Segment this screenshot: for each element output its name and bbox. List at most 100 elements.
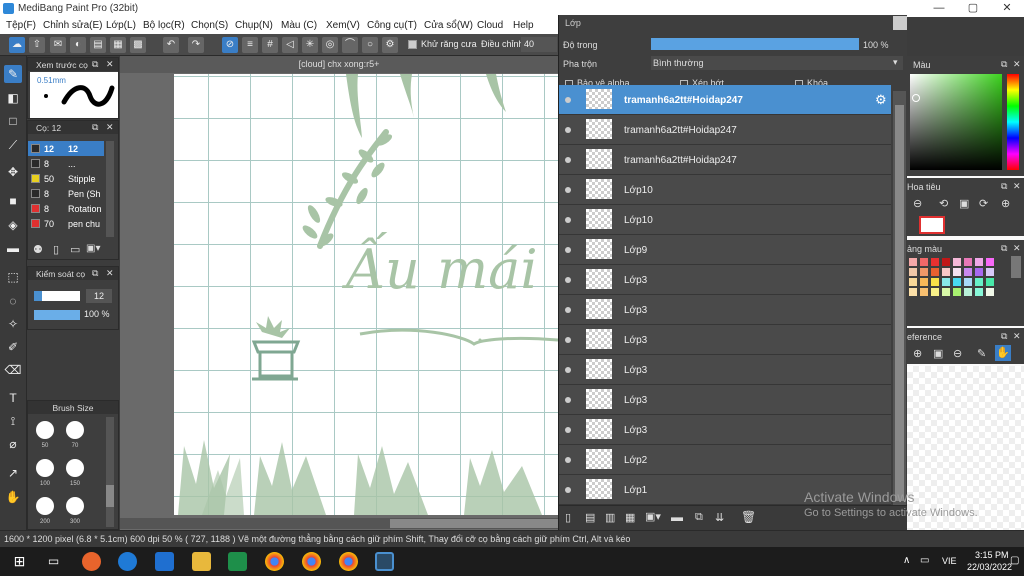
redo-icon[interactable]: ↷ — [188, 37, 204, 53]
expand-icon[interactable]: ⧉ — [92, 59, 98, 70]
menu-capture[interactable]: Chụp(N) — [235, 20, 273, 31]
new-layer-icon[interactable]: ▯ — [565, 511, 571, 524]
select-tool-icon[interactable]: ⬚ — [4, 268, 22, 286]
brush-size-scrollbar[interactable] — [106, 417, 114, 527]
brush-list-scrollbar[interactable] — [106, 141, 114, 237]
edge-icon[interactable] — [118, 552, 137, 571]
brush-list-item[interactable]: 50 Stipple — [28, 171, 104, 186]
brush-size-option[interactable]: 200 — [32, 495, 58, 529]
snap-vanish-icon[interactable]: ◁ — [282, 37, 298, 53]
layer-row[interactable]: Lớp10 — [559, 175, 891, 205]
palette-swatch[interactable] — [931, 288, 939, 296]
menu-select[interactable]: Chọn(S) — [191, 20, 228, 31]
canvas-hscrollbar[interactable] — [120, 518, 558, 529]
menu-filter[interactable]: Bộ lọc(R) — [143, 20, 185, 31]
page-icon[interactable]: ▤ — [90, 37, 106, 53]
magic-wand-icon[interactable]: ✧ — [4, 315, 22, 333]
brush-list-item[interactable]: 8 Pen (Sh — [28, 186, 104, 201]
zoom-in-icon[interactable]: ⊕ — [1001, 197, 1010, 210]
palette-swatches[interactable] — [909, 258, 1009, 298]
folder-icon[interactable]: ▬ — [671, 510, 683, 524]
palette-swatch[interactable] — [975, 278, 983, 286]
expand-icon[interactable]: ⧉ — [1001, 331, 1007, 342]
layer-list-scrollbar[interactable] — [893, 91, 906, 505]
palette-swatch[interactable] — [953, 288, 961, 296]
select-pen-icon[interactable]: ✐ — [4, 338, 22, 356]
palette-swatch[interactable] — [920, 288, 928, 296]
firefox-icon[interactable] — [82, 552, 101, 571]
eye-icon[interactable] — [565, 457, 571, 463]
medibang-icon[interactable] — [375, 552, 394, 571]
eraser-tool-icon[interactable]: ◧ — [4, 89, 22, 107]
snap-parallel-icon[interactable]: ≡ — [242, 37, 258, 53]
palette-swatch[interactable] — [964, 288, 972, 296]
new-halftone-layer-icon[interactable]: ▤ — [585, 511, 595, 524]
chrome-icon[interactable] — [265, 552, 284, 571]
layer-row[interactable]: tramanh6a2tt#Hoidap247 — [559, 115, 891, 145]
palette-swatch[interactable] — [920, 268, 928, 276]
comment-icon[interactable]: ✉ — [50, 37, 66, 53]
eye-icon[interactable] — [565, 427, 571, 433]
zoom-out-icon[interactable]: ⊖ — [913, 197, 922, 210]
cloud-icon[interactable]: ☁ — [9, 37, 25, 53]
menu-view[interactable]: Xem(V) — [326, 20, 360, 31]
snap-ellipse-icon[interactable]: ○ — [362, 37, 378, 53]
eye-icon[interactable] — [565, 337, 571, 343]
store-icon[interactable] — [155, 552, 174, 571]
brush-size-field[interactable]: 12 — [86, 289, 112, 303]
snap-circle-icon[interactable]: ◎ — [322, 37, 338, 53]
palette-swatch[interactable] — [909, 258, 917, 266]
chevron-up-icon[interactable]: ∧ — [903, 555, 910, 566]
trash-icon[interactable]: 🗑 — [741, 510, 756, 524]
fill-tool-icon[interactable]: ◈ — [4, 216, 22, 234]
language-indicator[interactable]: VIE — [942, 556, 957, 566]
brush-size-slider[interactable] — [34, 291, 80, 301]
close-icon[interactable]: ✕ — [1013, 59, 1021, 70]
palette-swatch[interactable] — [986, 268, 994, 276]
palette-swatch[interactable] — [986, 288, 994, 296]
layer-row[interactable]: Lớp3 — [559, 385, 891, 415]
excel-icon[interactable] — [228, 552, 247, 571]
divide-tool-icon[interactable]: ⟟ — [4, 412, 22, 430]
gear-icon[interactable]: ⚙ — [875, 92, 887, 108]
close-icon[interactable]: ✕ — [106, 59, 114, 70]
brush-opacity-slider[interactable] — [34, 310, 80, 320]
palette-swatch[interactable] — [986, 258, 994, 266]
adjust-field[interactable]: 40 — [521, 37, 557, 52]
document-tab[interactable]: [cloud] chx xong:r5+ — [120, 56, 558, 73]
palette-swatch[interactable] — [942, 258, 950, 266]
palette-swatch[interactable] — [920, 258, 928, 266]
palette-swatch[interactable] — [942, 288, 950, 296]
palette-swatch[interactable] — [942, 268, 950, 276]
palette-swatch[interactable] — [931, 258, 939, 266]
palette-swatch[interactable] — [931, 278, 939, 286]
eye-icon[interactable] — [565, 487, 571, 493]
eye-icon[interactable] — [565, 247, 571, 253]
brush-size-option[interactable]: 150 — [62, 457, 88, 491]
palette-swatch[interactable] — [964, 258, 972, 266]
palette-swatch[interactable] — [909, 288, 917, 296]
menu-edit[interactable]: Chỉnh sửa(E) — [43, 20, 103, 31]
color-picker-field[interactable] — [910, 74, 1002, 170]
palette-swatch[interactable] — [964, 278, 972, 286]
menu-window[interactable]: Cửa sổ(W) — [424, 20, 473, 31]
expand-icon[interactable]: ⧉ — [1001, 243, 1007, 254]
text-tool-icon[interactable]: T — [4, 389, 22, 407]
palette-swatch[interactable] — [975, 258, 983, 266]
palette-swatch[interactable] — [975, 288, 983, 296]
layer-row[interactable]: Lớp3 — [559, 325, 891, 355]
drawing-canvas[interactable]: Ấu mái — [174, 74, 558, 515]
menu-color[interactable]: Màu (C) — [281, 20, 317, 31]
blend-mode-select[interactable]: Bình thường ▾ — [651, 56, 903, 70]
navigator-thumbnail[interactable] — [919, 216, 945, 234]
maximize-button[interactable]: ▢ — [956, 0, 990, 17]
snap-settings-icon[interactable]: ⚙ — [382, 37, 398, 53]
layer-row[interactable]: Lớp3 — [559, 355, 891, 385]
file-explorer-icon[interactable] — [192, 552, 211, 571]
gradient-tool-icon[interactable]: ▬ — [4, 239, 22, 257]
reference-canvas[interactable] — [907, 366, 1024, 530]
rotate-right-icon[interactable]: ⟳ — [979, 197, 988, 210]
brush-copy-icon[interactable]: ▭ — [70, 243, 82, 256]
snap-radial-icon[interactable]: ✳ — [302, 37, 318, 53]
expand-icon[interactable]: ⧉ — [1001, 59, 1007, 70]
